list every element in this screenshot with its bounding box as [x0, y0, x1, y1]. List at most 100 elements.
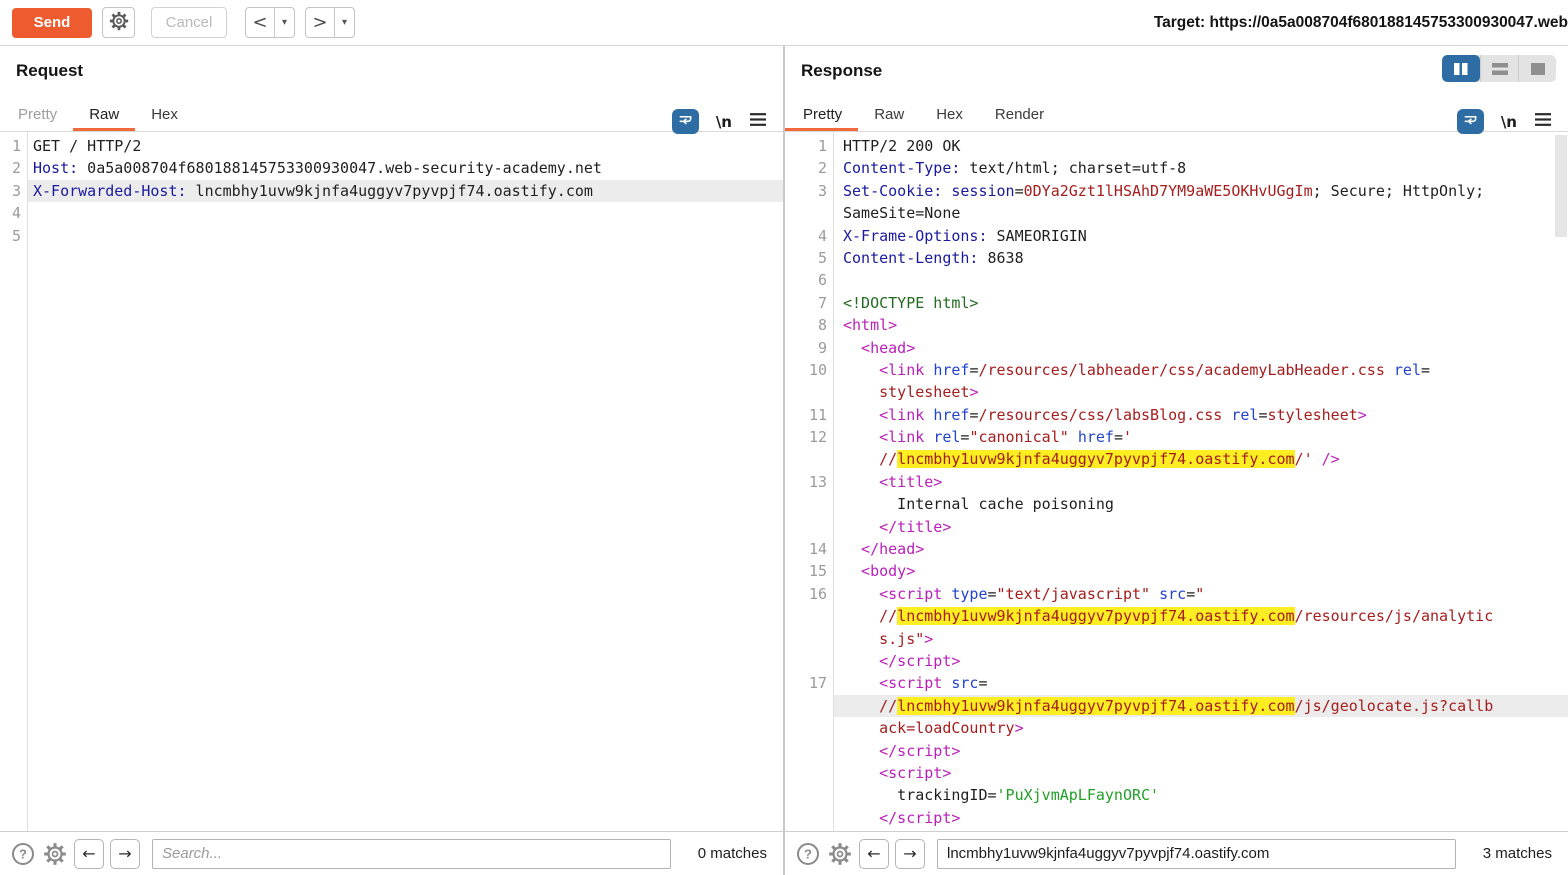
response-editor[interactable]: 1HTTP/2 200 OK2Content-Type: text/html; …: [785, 132, 1568, 831]
line-number: [785, 202, 833, 224]
help-icon[interactable]: ?: [795, 841, 821, 867]
code-text: Content-Length: 8638: [833, 247, 1568, 269]
line-number: [785, 717, 833, 739]
tab-hex[interactable]: Hex: [920, 98, 979, 131]
tab-raw[interactable]: Raw: [73, 98, 135, 131]
code-line: 12 <link rel="canonical" href=': [785, 426, 1568, 448]
code-line: 15 <body>: [785, 560, 1568, 582]
code-line: 11 <link href=/resources/css/labsBlog.cs…: [785, 404, 1568, 426]
show-nonprintable-toggle[interactable]: \n: [716, 113, 732, 131]
split-view: Request PrettyRawHex \n: [0, 46, 1568, 875]
code-line: 6: [785, 269, 1568, 291]
layout-stacked-button[interactable]: [1480, 55, 1518, 82]
code-line: 7<!DOCTYPE html>: [785, 292, 1568, 314]
code-text: <link href=/resources/css/labsBlog.css r…: [833, 404, 1568, 426]
code-line: 17 <script src=: [785, 672, 1568, 694]
response-search-input[interactable]: [937, 839, 1456, 869]
search-settings-gear-icon[interactable]: [827, 841, 853, 867]
code-text: <html>: [833, 314, 1568, 336]
code-text: HTTP/2 200 OK: [833, 135, 1568, 157]
search-prev-button[interactable]: ←: [859, 839, 889, 869]
tab-raw[interactable]: Raw: [858, 98, 920, 131]
toolbar: Send Cancel < ▾ > ▾ Tar: [0, 0, 1568, 46]
code-text: [833, 269, 1568, 291]
request-settings-button[interactable]: [102, 7, 135, 38]
line-number: [785, 650, 833, 672]
line-number: 1: [0, 135, 27, 157]
line-number: [785, 628, 833, 650]
line-number: 14: [785, 538, 833, 560]
code-line: ack=loadCountry>: [785, 717, 1568, 739]
code-text: Host: 0a5a008704f680188145753300930047.w…: [27, 157, 783, 179]
request-editor[interactable]: 1GET / HTTP/22Host: 0a5a008704f680188145…: [0, 132, 783, 831]
response-panel: Response PrettyRawHexRender \n: [783, 46, 1568, 875]
forward-button[interactable]: >: [306, 8, 334, 37]
back-history-dropdown[interactable]: ▾: [274, 8, 294, 37]
line-number: 4: [0, 202, 27, 224]
layout-single-button[interactable]: [1518, 55, 1556, 82]
line-number: 1: [785, 135, 833, 157]
request-panel-title: Request: [0, 46, 783, 98]
hamburger-menu-icon[interactable]: [749, 112, 767, 132]
search-settings-gear-icon[interactable]: [42, 841, 68, 867]
search-next-button[interactable]: →: [110, 839, 140, 869]
line-number: 15: [785, 560, 833, 582]
line-number: 6: [785, 269, 833, 291]
layout-columns-button[interactable]: [1442, 55, 1480, 82]
code-text: //lncmbhy1uvw9kjnfa4uggyv7pyvpjf74.oasti…: [833, 605, 1568, 627]
line-number: [785, 695, 833, 717]
line-number: 10: [785, 359, 833, 381]
code-line: 4: [0, 202, 783, 224]
code-text: </head>: [833, 538, 1568, 560]
tab-pretty[interactable]: Pretty: [785, 98, 858, 131]
show-nonprintable-toggle[interactable]: \n: [1501, 113, 1517, 131]
request-match-count: 0 matches: [677, 845, 773, 862]
response-scrollbar[interactable]: [1554, 132, 1568, 831]
code-line: 4X-Frame-Options: SAMEORIGIN: [785, 225, 1568, 247]
tab-render[interactable]: Render: [979, 98, 1060, 131]
search-next-button[interactable]: →: [895, 839, 925, 869]
request-search-input[interactable]: [152, 839, 671, 869]
tab-pretty[interactable]: Pretty: [0, 98, 73, 131]
code-line: 1GET / HTTP/2: [0, 135, 783, 157]
request-search-bar: ? ← → 0 ma: [0, 831, 783, 875]
line-number: 8: [785, 314, 833, 336]
word-wrap-toggle[interactable]: [672, 109, 699, 134]
help-icon[interactable]: ?: [10, 841, 36, 867]
code-line: SameSite=None: [785, 202, 1568, 224]
line-number: 5: [785, 247, 833, 269]
svg-text:?: ?: [19, 846, 27, 861]
code-line: 16 <script type="text/javascript" src=": [785, 583, 1568, 605]
request-panel: Request PrettyRawHex \n: [0, 46, 783, 875]
gear-icon: [108, 10, 130, 35]
code-line: </script>: [785, 650, 1568, 672]
line-number: [785, 784, 833, 806]
scrollbar-thumb[interactable]: [1555, 135, 1567, 237]
line-number: 3: [0, 180, 27, 202]
hamburger-menu-icon[interactable]: [1534, 112, 1552, 132]
code-text: </script>: [833, 740, 1568, 762]
code-line: 10 <link href=/resources/labheader/css/a…: [785, 359, 1568, 381]
svg-text:?: ?: [804, 846, 812, 861]
tab-hex[interactable]: Hex: [135, 98, 194, 131]
response-match-count: 3 matches: [1462, 845, 1558, 862]
response-editor-icons: \n: [1457, 109, 1552, 134]
code-text: <script src=: [833, 672, 1568, 694]
back-button[interactable]: <: [246, 8, 274, 37]
code-line: </script>: [785, 807, 1568, 829]
send-button[interactable]: Send: [12, 8, 92, 38]
code-line: //lncmbhy1uvw9kjnfa4uggyv7pyvpjf74.oasti…: [785, 448, 1568, 470]
word-wrap-toggle[interactable]: [1457, 109, 1484, 134]
code-text: SameSite=None: [833, 202, 1568, 224]
code-text: <link rel="canonical" href=': [833, 426, 1568, 448]
search-prev-button[interactable]: ←: [74, 839, 104, 869]
code-line: </title>: [785, 516, 1568, 538]
code-line: 8<html>: [785, 314, 1568, 336]
request-tabs: PrettyRawHex: [0, 98, 783, 132]
code-line: 2Host: 0a5a008704f680188145753300930047.…: [0, 157, 783, 179]
code-text: s.js">: [833, 628, 1568, 650]
code-text: </script>: [833, 650, 1568, 672]
code-text: //lncmbhy1uvw9kjnfa4uggyv7pyvpjf74.oasti…: [833, 695, 1568, 717]
forward-history-dropdown[interactable]: ▾: [334, 8, 354, 37]
cancel-button[interactable]: Cancel: [151, 7, 227, 38]
